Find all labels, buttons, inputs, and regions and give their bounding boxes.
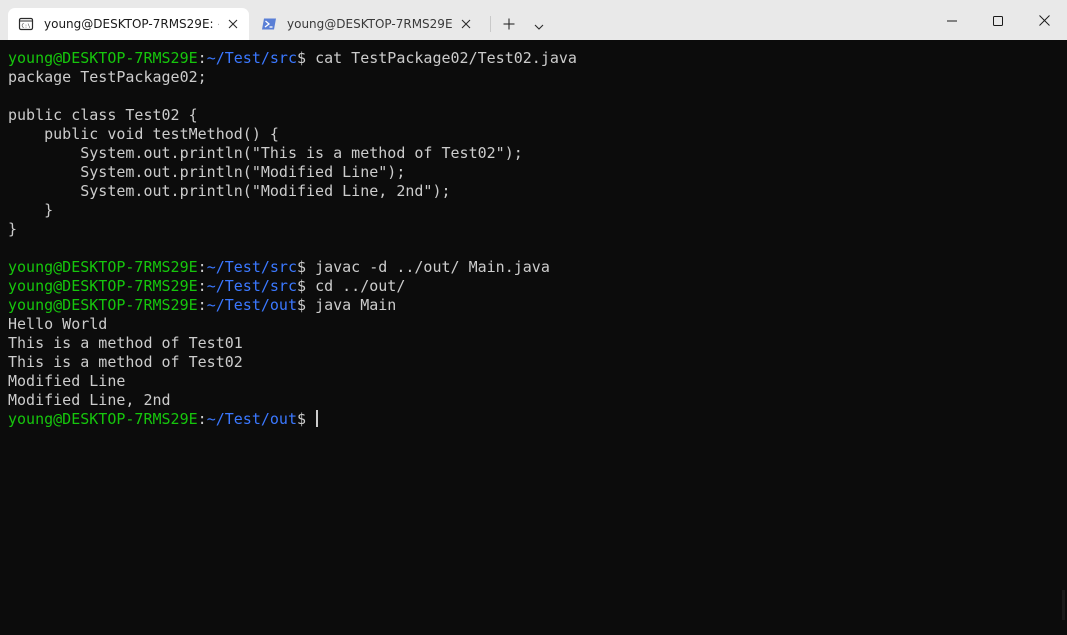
maximize-icon xyxy=(993,11,1003,30)
prompt-line: young@DESKTOP-7RMS29E:~/Test/out$ xyxy=(8,410,1067,429)
output-line: System.out.println("Modified Line, 2nd")… xyxy=(8,182,451,200)
prompt-colon: : xyxy=(197,258,207,276)
terminal-output[interactable]: young@DESKTOP-7RMS29E:~/Test/src$ cat Te… xyxy=(0,40,1067,635)
prompt-path: ~/Test/src xyxy=(206,277,297,295)
terminal-icon: C:\ xyxy=(18,16,34,32)
scrollbar[interactable] xyxy=(1062,590,1065,620)
prompt-command: javac -d ../out/ Main.java xyxy=(315,258,550,276)
new-tab-button[interactable] xyxy=(495,10,523,38)
tab-powershell[interactable]: young@DESKTOP-7RMS29E: ~ xyxy=(251,8,482,40)
output-line: System.out.println("Modified Line"); xyxy=(8,163,406,181)
prompt-user: young@DESKTOP-7RMS29E xyxy=(8,410,198,428)
prompt-line: young@DESKTOP-7RMS29E:~/Test/out$ java M… xyxy=(8,296,1067,315)
prompt-path: ~/Test/out xyxy=(206,410,297,428)
powershell-icon xyxy=(261,16,277,32)
prompt-colon: : xyxy=(197,49,207,67)
output-line: public void testMethod() { xyxy=(8,125,279,143)
minimize-icon xyxy=(947,11,957,30)
prompt-user: young@DESKTOP-7RMS29E xyxy=(8,258,198,276)
close-icon[interactable] xyxy=(219,10,247,38)
prompt-colon: : xyxy=(197,277,207,295)
close-icon[interactable] xyxy=(452,10,480,38)
prompt-dollar: $ xyxy=(297,49,316,67)
prompt-line: young@DESKTOP-7RMS29E:~/Test/src$ cd ../… xyxy=(8,277,1067,296)
maximize-button[interactable] xyxy=(975,0,1021,40)
prompt-line: young@DESKTOP-7RMS29E:~/Test/src$ javac … xyxy=(8,258,1067,277)
prompt-path: ~/Test/src xyxy=(206,258,297,276)
prompt-colon: : xyxy=(197,410,207,428)
title-bar: C:\ young@DESKTOP-7RMS29E: ~ young@DESKT… xyxy=(0,0,1067,40)
output-line: This is a method of Test02 xyxy=(8,353,243,371)
prompt-user: young@DESKTOP-7RMS29E xyxy=(8,296,198,314)
output-line: This is a method of Test01 xyxy=(8,334,243,352)
prompt-command: cd ../out/ xyxy=(315,277,406,295)
tab-terminal-active[interactable]: C:\ young@DESKTOP-7RMS29E: ~ xyxy=(8,8,249,40)
tab-title: young@DESKTOP-7RMS29E: ~ xyxy=(287,17,452,31)
output-line: Modified Line, 2nd xyxy=(8,391,171,409)
chevron-down-icon xyxy=(534,15,544,34)
plus-icon xyxy=(503,15,515,34)
prompt-dollar: $ xyxy=(297,277,316,295)
tab-title: young@DESKTOP-7RMS29E: ~ xyxy=(44,17,219,31)
window-close-button[interactable] xyxy=(1021,0,1067,40)
prompt-user: young@DESKTOP-7RMS29E xyxy=(8,277,198,295)
prompt-dollar: $ xyxy=(297,258,316,276)
output-line: } xyxy=(8,201,54,219)
prompt-user: young@DESKTOP-7RMS29E xyxy=(8,49,198,67)
output-line: Modified Line xyxy=(8,372,126,390)
prompt-command: java Main xyxy=(315,296,397,314)
prompt-path: ~/Test/src xyxy=(206,49,297,67)
prompt-dollar: $ xyxy=(297,296,316,314)
tab-separator xyxy=(490,16,491,32)
profile-dropdown-button[interactable] xyxy=(525,10,553,38)
output-line: Hello World xyxy=(8,315,108,333)
output-line: } xyxy=(8,220,18,238)
prompt-dollar: $ xyxy=(297,410,316,428)
prompt-colon: : xyxy=(197,296,207,314)
output-line: package TestPackage02; xyxy=(8,68,207,86)
prompt-path: ~/Test/out xyxy=(206,296,297,314)
text-cursor xyxy=(316,410,319,427)
output-line: System.out.println("This is a method of … xyxy=(8,144,523,162)
prompt-line: young@DESKTOP-7RMS29E:~/Test/src$ cat Te… xyxy=(8,49,1067,68)
svg-text:C:\: C:\ xyxy=(22,24,31,30)
close-icon xyxy=(1038,11,1050,30)
output-line: public class Test02 { xyxy=(8,106,198,124)
minimize-button[interactable] xyxy=(929,0,975,40)
prompt-command: cat TestPackage02/Test02.java xyxy=(315,49,577,67)
